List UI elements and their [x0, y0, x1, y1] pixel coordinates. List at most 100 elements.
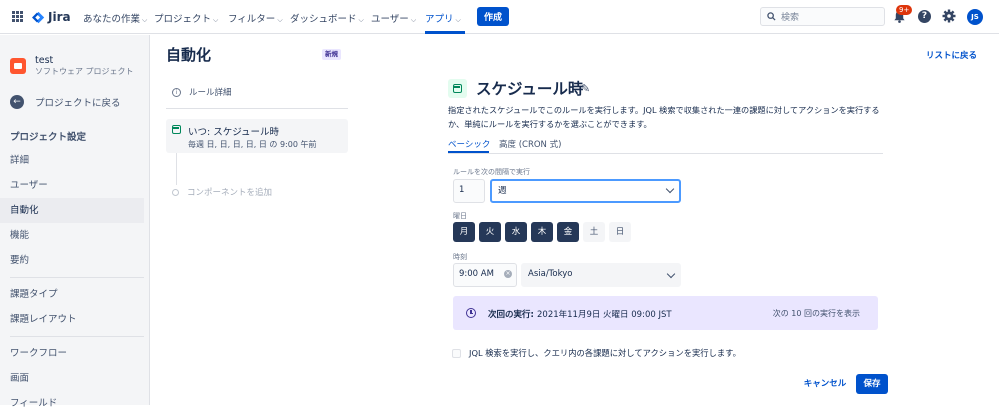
- schedule-tabs: ベーシック 高度 (CRON 式): [448, 137, 883, 154]
- trigger-component-card[interactable]: いつ: スケジュール時 毎週 日, 日, 日, 日, 日 の 9:00 午前: [166, 119, 348, 153]
- edit-pencil-icon[interactable]: ✎: [581, 82, 590, 95]
- weekday-label: 曜日: [453, 212, 467, 220]
- sidebar-item-screens[interactable]: 画面: [0, 366, 144, 391]
- jira-logo[interactable]: Jira: [32, 9, 71, 25]
- page-title: 自動化: [166, 46, 212, 64]
- next-run-label: 次回の実行:: [488, 310, 534, 320]
- sidebar-divider: [10, 277, 144, 278]
- interval-label: ルールを次の間隔で実行: [453, 168, 530, 176]
- nav-label: フィルター: [228, 14, 276, 25]
- chevron-down-icon: ⌵: [410, 16, 417, 24]
- interval-unit-value: 週: [498, 186, 507, 196]
- day-toggle-mon[interactable]: 月: [453, 222, 475, 242]
- trigger-title: いつ: スケジュール時: [188, 127, 280, 138]
- help-icon[interactable]: ?: [918, 10, 931, 23]
- nav-label: ダッシュボード: [290, 14, 357, 25]
- save-button[interactable]: 保存: [856, 374, 888, 394]
- top-navigation: Jira あなたの作業 ⌵ プロジェクト ⌵ フィルター ⌵ ダッシュボード ⌵ ユーザ…: [0, 0, 999, 34]
- calendar-icon: [453, 84, 462, 93]
- add-component-label: コンポーネントを追加: [187, 188, 273, 198]
- interval-number-input[interactable]: 1: [453, 179, 485, 203]
- sidebar-item-features[interactable]: 機能: [0, 223, 144, 248]
- nav-people[interactable]: ユーザー ⌵: [371, 11, 416, 25]
- chevron-down-icon: ⌵: [277, 16, 283, 24]
- info-icon: i: [172, 87, 181, 97]
- time-value: 9:00 AM: [459, 269, 494, 279]
- back-to-project-label: プロジェクトに戻る: [35, 98, 121, 109]
- logo-text: Jira: [48, 10, 71, 24]
- sidebar-item-summary[interactable]: 要約: [0, 248, 144, 273]
- sidebar-item-issue-layout[interactable]: 課題レイアウト: [0, 307, 144, 332]
- day-toggle-tue[interactable]: 火: [479, 222, 501, 242]
- next-run-banner: 次回の実行: 2021年11月9日 火曜日 09:00 JST 次の 10 回の…: [453, 296, 878, 330]
- chevron-down-icon: [666, 269, 676, 279]
- clear-icon[interactable]: ×: [504, 270, 512, 278]
- day-toggle-fri[interactable]: 金: [557, 222, 579, 242]
- nav-dashboards[interactable]: ダッシュボード ⌵: [290, 11, 364, 25]
- sidebar-divider: [10, 336, 144, 337]
- clock-icon: [466, 308, 476, 318]
- trigger-config-title: スケジュール時: [476, 80, 584, 98]
- sidebar-item-automation[interactable]: 自動化: [0, 198, 144, 223]
- rule-details-link[interactable]: i ルール詳細: [172, 86, 232, 98]
- nav-apps[interactable]: アプリ ⌵: [425, 11, 461, 25]
- search-placeholder: 検索: [781, 13, 800, 23]
- jql-option[interactable]: JQL 検索を実行し、クエリ内の各課題に対してアクションを実行します。: [452, 347, 741, 359]
- trigger-summary: 毎週 日, 日, 日, 日, 日 の 9:00 午前: [188, 140, 317, 149]
- sidebar-item-issue-types[interactable]: 課題タイプ: [0, 282, 144, 307]
- jql-checkbox[interactable]: [452, 348, 461, 358]
- nav-projects[interactable]: プロジェクト ⌵: [154, 11, 218, 25]
- project-avatar: [10, 58, 26, 74]
- gear-icon[interactable]: [942, 9, 956, 23]
- app-switcher-icon[interactable]: [12, 11, 23, 22]
- jira-logo-icon: [32, 11, 45, 23]
- nav-label: ユーザー: [371, 14, 409, 25]
- chevron-down-icon: ⌵: [358, 16, 364, 24]
- day-toggle-thu[interactable]: 木: [531, 222, 553, 242]
- project-sidebar: test ソフトウェア プロジェクト ← プロジェクトに戻る プロジェクト設定 …: [0, 35, 150, 409]
- user-avatar[interactable]: JS: [967, 9, 983, 25]
- nav-label: あなたの作業: [83, 14, 141, 25]
- day-toggle-sun[interactable]: 日: [609, 222, 631, 242]
- day-toggle-wed[interactable]: 水: [505, 222, 527, 242]
- next-run-value: 2021年11月9日 火曜日 09:00 JST: [537, 310, 672, 320]
- notification-count-badge: 9+: [896, 5, 913, 15]
- nav-label: アプリ: [425, 14, 454, 25]
- timezone-select[interactable]: Asia/Tokyo: [521, 263, 681, 287]
- create-button[interactable]: 作成: [477, 7, 509, 26]
- cancel-button[interactable]: キャンセル: [797, 374, 853, 394]
- project-settings-heading: プロジェクト設定: [10, 132, 87, 143]
- sidebar-item-fields[interactable]: フィールド: [0, 391, 144, 416]
- show-next-runs-link[interactable]: 次の 10 回の実行を表示: [773, 308, 860, 319]
- add-component-button[interactable]: コンポーネントを追加: [172, 186, 272, 198]
- arrow-left-icon: ←: [10, 95, 24, 109]
- search-input[interactable]: 検索: [760, 7, 885, 26]
- time-input[interactable]: 9:00 AM ×: [453, 263, 517, 287]
- chevron-down-icon: ⌵: [142, 16, 148, 24]
- add-component-dot-icon: [172, 188, 179, 196]
- nav-your-work[interactable]: あなたの作業 ⌵: [83, 11, 147, 25]
- interval-unit-select[interactable]: 週: [490, 179, 681, 203]
- back-to-project-link[interactable]: ← プロジェクトに戻る: [10, 95, 121, 109]
- jql-checkbox-label: JQL 検索を実行し、クエリ内の各課題に対してアクションを実行します。: [469, 348, 741, 358]
- sidebar-item-workflows[interactable]: ワークフロー: [0, 341, 144, 366]
- search-icon: [767, 12, 776, 21]
- nav-filters[interactable]: フィルター ⌵: [228, 11, 283, 25]
- active-tab-indicator: [448, 151, 489, 153]
- chevron-down-icon: ⌵: [213, 16, 219, 24]
- timeline-connector: [176, 153, 177, 185]
- sidebar-item-details[interactable]: 詳細: [0, 148, 144, 173]
- tab-advanced-cron[interactable]: 高度 (CRON 式): [499, 138, 561, 150]
- new-badge: 新規: [322, 49, 341, 60]
- rule-divider: [166, 108, 348, 109]
- sidebar-item-people[interactable]: ユーザー: [0, 173, 144, 198]
- timezone-value: Asia/Tokyo: [528, 269, 573, 279]
- active-nav-indicator: [425, 31, 465, 34]
- tab-basic[interactable]: ベーシック: [448, 138, 490, 150]
- trigger-description: 指定されたスケジュールでこのルールを実行します。JQL 検索で収集された一連の課…: [448, 105, 880, 129]
- day-toggle-sat[interactable]: 土: [583, 222, 605, 242]
- project-name: test: [35, 55, 54, 66]
- chevron-down-icon: [665, 184, 675, 194]
- time-label: 時刻: [453, 253, 467, 261]
- back-to-list-link[interactable]: リストに戻る: [926, 49, 977, 61]
